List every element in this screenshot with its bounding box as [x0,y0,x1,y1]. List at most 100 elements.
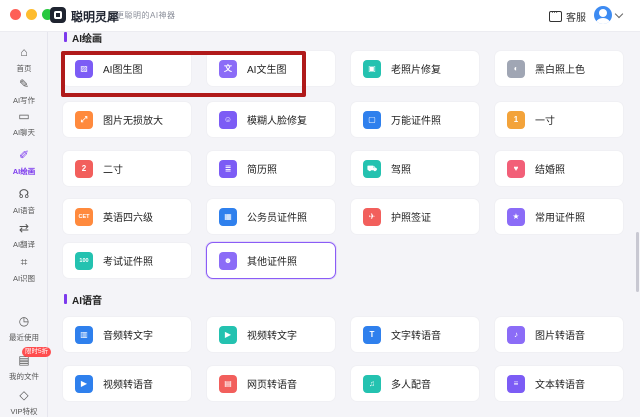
window-minimize-button[interactable] [26,9,37,20]
feature-card[interactable]: ▶ 视频转文字 [206,316,336,353]
feature-card[interactable]: ♫ 多人配音 [350,365,480,402]
feature-card-label: 二寸 [103,165,123,176]
text-to-image-icon: 文 [219,59,237,78]
sidebar-item-label: VIP特权 [10,407,38,416]
feature-card[interactable]: ☺ 模糊人脸修复 [206,101,336,138]
multi-voice-icon: ♫ [363,374,381,393]
window-close-button[interactable] [10,9,21,20]
sidebar: ⌂ 首页 ✎ AI写作 ▭ AI聊天 ✐ AI绘画 ☊ AI语音 ⇄ AI翻译 ⌗ AI识图 ◷ 最近使用 ▤ 我… [0,32,48,417]
feature-card[interactable]: ♥ 结婚照 [494,150,624,187]
section-marker [64,32,67,42]
feature-card-label: 音频转文字 [103,331,153,342]
customer-service-button[interactable]: 客服 [549,8,586,24]
text-to-speech-icon: T [363,325,381,344]
feature-card-label: 视频转文字 [247,331,297,342]
feature-card[interactable]: ≣ 简历照 [206,150,336,187]
pen-icon: ✎ [18,77,30,91]
sidebar-item-2[interactable]: ▭ AI聊天 [0,106,48,146]
sidebar-item-label: AI聊天 [12,128,36,137]
feature-card[interactable]: ▦ 公务员证件照 [206,198,336,235]
feature-card-label: 驾照 [391,165,411,176]
feature-card[interactable]: ⤢ 图片无损放大 [62,101,192,138]
feature-card[interactable]: ▤ 网页转语音 [206,365,336,402]
sidebar-item-label: AI写作 [12,96,36,105]
feature-card[interactable]: ▣ 老照片修复 [350,50,480,87]
feature-card[interactable]: ▶ 视频转语音 [62,365,192,402]
sidebar-item-7[interactable]: ◷ 最近使用 [0,311,48,351]
image-to-speech-icon: ♪ [507,325,525,344]
feature-card-label: 视频转语音 [103,380,153,391]
feature-card-label: 黑白照上色 [535,65,585,76]
feature-card[interactable]: ✈ 护照签证 [350,198,480,235]
driver-license-icon: ⛟ [363,159,381,178]
feature-card[interactable]: CET 英语四六级 [62,198,192,235]
one-inch-icon: 1 [507,110,525,129]
sidebar-item-label: AI翻译 [12,240,36,249]
two-inch-icon: 2 [75,159,93,178]
sidebar-item-label: AI识图 [12,274,36,283]
feature-card[interactable]: ◐ 黑白照上色 [494,50,624,87]
feature-card-label: 文字转语音 [391,331,441,342]
vertical-scrollbar[interactable] [636,232,639,292]
resume-icon: ≣ [219,159,237,178]
other-id-icon: ☻ [219,251,237,270]
feature-card-label: 图片无损放大 [103,116,163,127]
feature-card-label: AI图生图 [103,65,143,76]
passport-icon: ✈ [363,207,381,226]
chevron-down-icon[interactable] [614,9,624,19]
feature-card-label: 考试证件照 [103,257,153,268]
home-icon: ⌂ [20,45,28,59]
face-restore-icon: ☺ [219,110,237,129]
section-title-ai-voice: AI语音 [64,292,102,307]
feature-card[interactable]: 100 考试证件照 [62,242,192,279]
exam-photo-icon: 100 [75,251,93,270]
feature-card-label: 简历照 [247,165,277,176]
civil-servant-icon: ▦ [219,207,237,226]
feature-card[interactable]: ▨ AI图生图 [62,50,192,87]
diamond-icon: ◇ [19,388,29,402]
feature-card-label: 文本转语音 [535,380,585,391]
feature-card-label: 老照片修复 [391,65,441,76]
sidebar-item-6[interactable]: ⌗ AI识图 [0,252,48,292]
image-to-image-icon: ▨ [75,59,93,78]
feature-card[interactable]: ≡ 文本转语音 [494,365,624,402]
feature-card-label: 万能证件照 [391,116,441,127]
app-logo-icon [50,7,66,23]
feature-card-label: 一寸 [535,116,555,127]
feature-card[interactable]: ☻ 其他证件照 [206,242,336,279]
feature-card-label: 模糊人脸修复 [247,116,307,127]
sidebar-item-label: AI语音 [12,206,36,215]
customer-service-label: 客服 [566,12,586,24]
section-title-label: AI绘画 [72,33,102,45]
section-title-label: AI语音 [72,295,102,307]
photo-restore-icon: ▣ [363,59,381,78]
title-bar: 聪明灵犀 更聪明的AI神器 客服 [0,0,640,32]
feature-card[interactable]: ⛟ 驾照 [350,150,480,187]
chat-bubble-icon [549,8,562,22]
chat-icon: ▭ [18,109,30,123]
sidebar-item-3[interactable]: ✐ AI绘画 [0,145,48,185]
feature-card-label: 网页转语音 [247,380,297,391]
avatar[interactable] [594,6,612,24]
headphone-icon: ☊ [18,187,30,201]
feature-card[interactable]: ▥ 音频转文字 [62,316,192,353]
sidebar-item-9[interactable]: ◇ VIP特权 [0,385,48,417]
feature-card-label: 护照签证 [391,213,431,224]
sidebar-item-label: 最近使用 [9,333,39,342]
video-to-text-icon: ▶ [219,325,237,344]
scan-icon: ⌗ [20,255,28,269]
feature-card[interactable]: T 文字转语音 [350,316,480,353]
sidebar-item-label: 首页 [16,64,32,73]
feature-card[interactable]: 2 二寸 [62,150,192,187]
feature-card[interactable]: 1 一寸 [494,101,624,138]
video-to-speech-icon: ▶ [75,374,93,393]
feature-card[interactable]: ♪ 图片转语音 [494,316,624,353]
feature-card[interactable]: ▢ 万能证件照 [350,101,480,138]
section-marker [64,294,67,304]
feature-card[interactable]: 文 AI文生图 [206,50,336,87]
feature-card[interactable]: ★ 常用证件照 [494,198,624,235]
section-title-ai-painting: AI绘画 [64,30,102,45]
feature-card-label: 常用证件照 [535,213,585,224]
clock-icon: ◷ [18,314,30,328]
feature-card-label: 图片转语音 [535,331,585,342]
